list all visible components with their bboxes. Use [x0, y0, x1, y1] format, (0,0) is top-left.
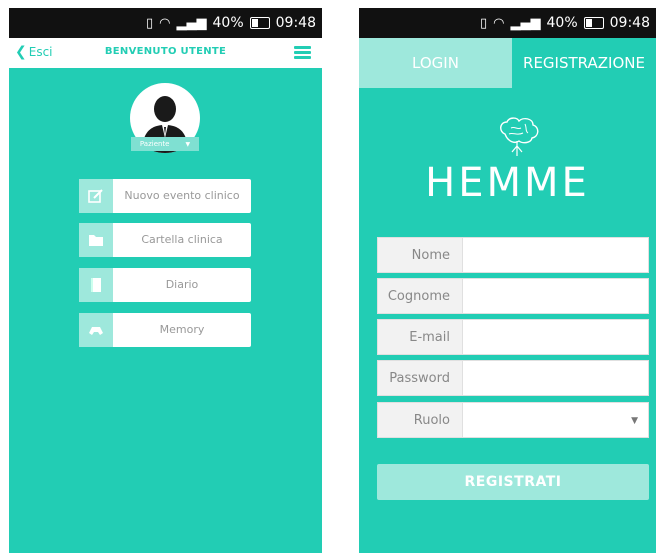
register-button[interactable]: REGISTRATI	[377, 464, 649, 500]
diary-button[interactable]: Diario	[79, 268, 251, 302]
menu-label: Nuovo evento clinico	[124, 189, 240, 202]
role-field-row: Ruolo ▼	[377, 402, 649, 438]
field-label: Nome	[377, 237, 463, 273]
medical-record-button[interactable]: Cartella clinica	[79, 223, 251, 257]
register-screen: ▯ ◠ ▂▄▆ 40% 09:48 LOGIN REGISTRAZIONE HE…	[359, 8, 656, 553]
status-bar: ▯ ◠ ▂▄▆ 40% 09:48	[9, 8, 322, 38]
battery-percent: 40%	[212, 15, 244, 31]
caret-down-icon: ▼	[631, 416, 638, 426]
auth-tabs: LOGIN REGISTRAZIONE	[359, 38, 656, 88]
battery-percent: 40%	[546, 15, 578, 31]
field-label: E-mail	[377, 319, 463, 355]
surname-input[interactable]	[463, 278, 649, 314]
clock: 09:48	[275, 15, 316, 31]
name-field-row: Nome	[377, 237, 649, 273]
field-label: Cognome	[377, 278, 463, 314]
menu-label: Memory	[159, 323, 205, 336]
vibrate-icon: ▯	[146, 15, 154, 31]
email-input[interactable]	[463, 319, 649, 355]
role-dropdown[interactable]: Paziente ▼	[131, 137, 199, 151]
field-label: Ruolo	[377, 402, 463, 438]
battery-icon	[583, 17, 604, 29]
surname-field-row: Cognome	[377, 278, 649, 314]
tab-register[interactable]: REGISTRAZIONE	[512, 38, 656, 88]
battery-icon	[249, 17, 270, 29]
vibrate-icon: ▯	[480, 15, 488, 31]
caret-down-icon: ▼	[185, 140, 191, 148]
role-select[interactable]: ▼	[463, 402, 649, 438]
clock: 09:48	[609, 15, 650, 31]
gamepad-icon	[79, 313, 113, 347]
signal-icon: ▂▄▆	[510, 15, 541, 31]
menu-label: Cartella clinica	[141, 233, 223, 246]
book-icon	[79, 268, 113, 302]
hamburger-menu-icon[interactable]	[294, 46, 311, 59]
page-title: BENVENUTO UTENTE	[104, 46, 227, 57]
new-clinical-event-button[interactable]: Nuovo evento clinico	[79, 179, 251, 213]
edit-icon	[79, 179, 113, 213]
signal-icon: ▂▄▆	[176, 15, 207, 31]
role-value: Paziente	[139, 140, 170, 148]
field-label: Password	[377, 360, 463, 396]
home-screen: ▯ ◠ ▂▄▆ 40% 09:48 ❮ Esci BENVENUTO UTENT…	[9, 8, 322, 553]
status-bar: ▯ ◠ ▂▄▆ 40% 09:48	[359, 8, 656, 38]
email-field-row: E-mail	[377, 319, 649, 355]
app-header: ❮ Esci BENVENUTO UTENTE	[9, 38, 322, 68]
password-input[interactable]	[463, 360, 649, 396]
wifi-icon: ◠	[159, 15, 171, 31]
memory-game-button[interactable]: Memory	[79, 313, 251, 347]
menu-label: Diario	[165, 278, 199, 291]
app-logo-text: HEMME	[425, 160, 590, 206]
brain-logo-icon	[500, 117, 539, 156]
password-field-row: Password	[377, 360, 649, 396]
folder-icon	[79, 223, 113, 257]
name-input[interactable]	[463, 237, 649, 273]
wifi-icon: ◠	[493, 15, 505, 31]
tab-login[interactable]: LOGIN	[359, 38, 512, 88]
